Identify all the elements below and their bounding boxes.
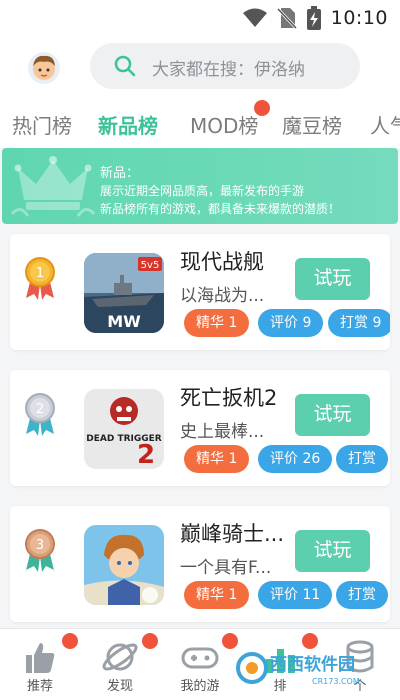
- medal-rank: 3: [36, 538, 44, 553]
- nav-label: 我的游: [180, 679, 220, 694]
- game-name[interactable]: 巅峰骑士...: [180, 518, 284, 548]
- no-sim-icon: [276, 7, 297, 29]
- icon-badge: 5v5: [141, 260, 160, 271]
- tag-tips[interactable]: 打赏: [336, 581, 388, 609]
- watermark-url: CR173.COM: [312, 677, 360, 686]
- tag-featured: 精华 1: [184, 445, 250, 473]
- game-desc: 史上最棒...: [180, 422, 265, 442]
- tab-modou[interactable]: 魔豆榜: [282, 110, 342, 139]
- game-icon[interactable]: [84, 525, 164, 605]
- knight-artwork: [84, 525, 164, 605]
- game-card[interactable]: 1 5v5 MW 现代战舰 以海战为... 试玩 精华 1 评价 9 打赏 9: [10, 234, 390, 350]
- search-input[interactable]: 大家都在搜：伊洛纳: [90, 43, 360, 89]
- tag-featured: 精华 1: [184, 581, 250, 609]
- silver-medal-icon: 2: [25, 393, 55, 436]
- tag-reviews[interactable]: 评价 26: [258, 445, 333, 473]
- status-bar: 10:10: [0, 0, 400, 36]
- planet-icon: [102, 643, 138, 671]
- medal-rank: 1: [36, 266, 44, 281]
- try-button[interactable]: 试玩: [295, 530, 370, 572]
- nav-recommend[interactable]: 推荐: [0, 629, 80, 700]
- nav-my-games[interactable]: 我的游: [160, 629, 240, 700]
- ranking-tabs: 热门榜 新品榜 MOD榜 魔豆榜 人气: [0, 96, 400, 148]
- icon-text: MW: [107, 312, 141, 331]
- game-card[interactable]: 2 DEAD TRIGGER 2 死亡扳机2 史上最棒... 试玩 精华 1 评…: [10, 370, 390, 486]
- nav-badge: [222, 633, 238, 649]
- bronze-medal-icon: 3: [25, 529, 55, 572]
- tag-tips[interactable]: 打赏: [336, 445, 388, 473]
- status-icons: 10:10: [242, 6, 388, 30]
- watermark-logo: 西西软件园 CR173.COM: [236, 652, 360, 686]
- icon-badge: 2: [137, 440, 155, 469]
- try-button[interactable]: 试玩: [295, 258, 370, 300]
- dead-trigger-artwork: DEAD TRIGGER 2: [84, 389, 164, 469]
- thumbs-up-icon: [26, 643, 55, 673]
- banner-title: 新品：: [100, 166, 140, 181]
- watermark-text: 西西软件园: [270, 654, 355, 675]
- warship-artwork: 5v5 MW: [84, 253, 164, 333]
- game-desc: 以海战为...: [180, 286, 265, 306]
- tab-new[interactable]: 新品榜: [98, 110, 158, 139]
- tab-hot[interactable]: 热门榜: [12, 110, 72, 139]
- nav-badge: [142, 633, 158, 649]
- nav-label: 发现: [106, 679, 133, 694]
- tag-reviews[interactable]: 评价 11: [258, 581, 333, 609]
- game-card[interactable]: 3 巅峰骑士... 一个具有F... 试玩 精华 1 评价 11 打赏: [10, 506, 390, 622]
- gold-medal-icon: 1: [25, 257, 55, 300]
- game-icon[interactable]: DEAD TRIGGER 2: [84, 389, 164, 469]
- avatar[interactable]: [28, 52, 60, 84]
- search-placeholder: 大家都在搜：伊洛纳: [152, 60, 305, 80]
- status-time: 10:10: [330, 7, 388, 29]
- nav-label: 推荐: [26, 679, 53, 694]
- avatar-face-icon: [33, 55, 55, 80]
- gamepad-icon: [181, 647, 219, 669]
- game-name[interactable]: 现代战舰: [180, 246, 264, 276]
- medal-rank: 2: [36, 402, 44, 417]
- banner-line-2: 新品榜所有的游戏，都具备未来爆款的潜质！: [100, 202, 341, 216]
- game-icon[interactable]: 5v5 MW: [84, 253, 164, 333]
- search-icon: [114, 55, 136, 77]
- try-button[interactable]: 试玩: [295, 394, 370, 436]
- crown-icon: [10, 156, 96, 217]
- battery-charging-icon: [306, 6, 321, 30]
- nav-badge: [62, 633, 78, 649]
- nav-discover[interactable]: 发现: [80, 629, 160, 700]
- nav-badge: [302, 633, 318, 649]
- top-bar: 大家都在搜：伊洛纳: [0, 36, 400, 96]
- tab-mod[interactable]: MOD榜: [190, 110, 258, 139]
- banner-line-1: 展示近期全网品质高，最新发布的手游: [100, 184, 305, 198]
- tab-mod-badge: [254, 100, 270, 116]
- tag-reviews[interactable]: 评价 9: [258, 309, 324, 337]
- tag-tips[interactable]: 打赏 9: [328, 309, 390, 337]
- tab-popular[interactable]: 人气: [370, 110, 400, 139]
- game-desc: 一个具有F...: [180, 558, 272, 578]
- game-name[interactable]: 死亡扳机2: [180, 382, 277, 412]
- new-products-banner: 新品： 展示近期全网品质高，最新发布的手游 新品榜所有的游戏，都具备未来爆款的潜…: [2, 148, 398, 224]
- wifi-icon: [242, 8, 267, 27]
- tag-featured: 精华 1: [184, 309, 250, 337]
